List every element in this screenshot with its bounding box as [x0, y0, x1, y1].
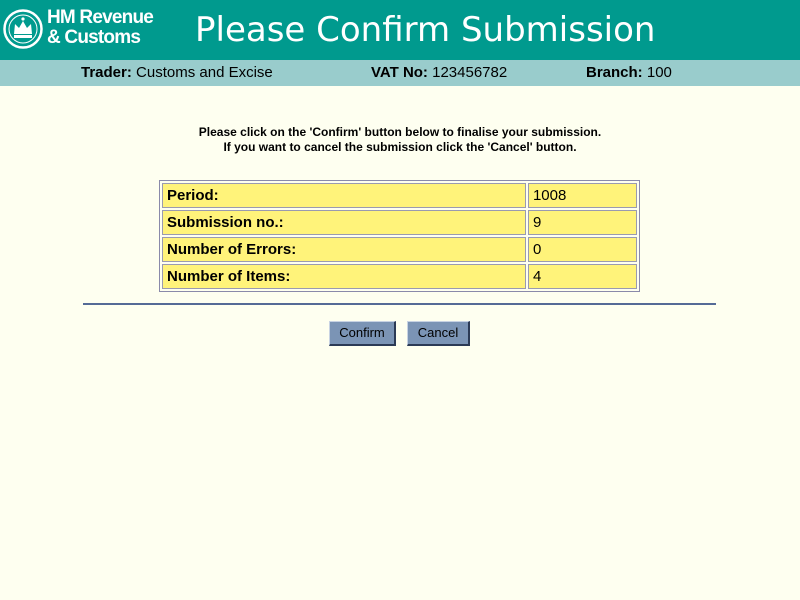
table-row: Number of Items: 4: [162, 264, 637, 289]
submission-no-label: Submission no.:: [162, 210, 526, 235]
items-value: 4: [527, 264, 637, 289]
table-row: Period: 1008: [162, 183, 637, 208]
instruction-line-2: If you want to cancel the submission cli…: [223, 140, 577, 154]
crown-crest-icon: [3, 9, 43, 49]
instructions: Please click on the 'Confirm' button bel…: [0, 125, 800, 155]
cancel-button[interactable]: Cancel: [407, 321, 470, 346]
vat-field: VAT No: 123456782: [371, 64, 507, 81]
divider: [83, 303, 716, 305]
header-banner: HM Revenue & Customs Please Confirm Subm…: [0, 0, 800, 60]
submission-no-value: 9: [527, 210, 637, 235]
confirm-button[interactable]: Confirm: [329, 321, 396, 346]
table-row: Number of Errors: 0: [162, 237, 637, 262]
vat-value: 123456782: [432, 64, 508, 81]
trader-field: Trader: Customs and Excise: [81, 64, 273, 81]
instruction-line-1: Please click on the 'Confirm' button bel…: [198, 125, 602, 139]
hmrc-logo-text: HM Revenue & Customs: [47, 7, 154, 48]
branch-field: Branch: 100: [586, 64, 672, 81]
trader-value: Customs and Excise: [136, 64, 273, 81]
period-value: 1008: [527, 183, 637, 208]
table-row: Submission no.: 9: [162, 210, 637, 235]
logo-line-2: & Customs: [47, 27, 141, 48]
logo-line-1: HM Revenue: [47, 7, 154, 28]
branch-value: 100: [646, 64, 672, 81]
period-label: Period:: [162, 183, 526, 208]
trader-info-bar: Trader: Customs and Excise VAT No: 12345…: [0, 60, 800, 86]
submission-summary-table: Period: 1008 Submission no.: 9 Number of…: [159, 180, 640, 292]
branch-label: Branch:: [586, 64, 643, 81]
page-title: Please Confirm Submission: [195, 10, 656, 50]
errors-label: Number of Errors:: [162, 237, 526, 262]
items-label: Number of Items:: [162, 264, 526, 289]
vat-label: VAT No:: [371, 64, 428, 81]
trader-label: Trader:: [81, 64, 132, 81]
errors-value: 0: [527, 237, 637, 262]
